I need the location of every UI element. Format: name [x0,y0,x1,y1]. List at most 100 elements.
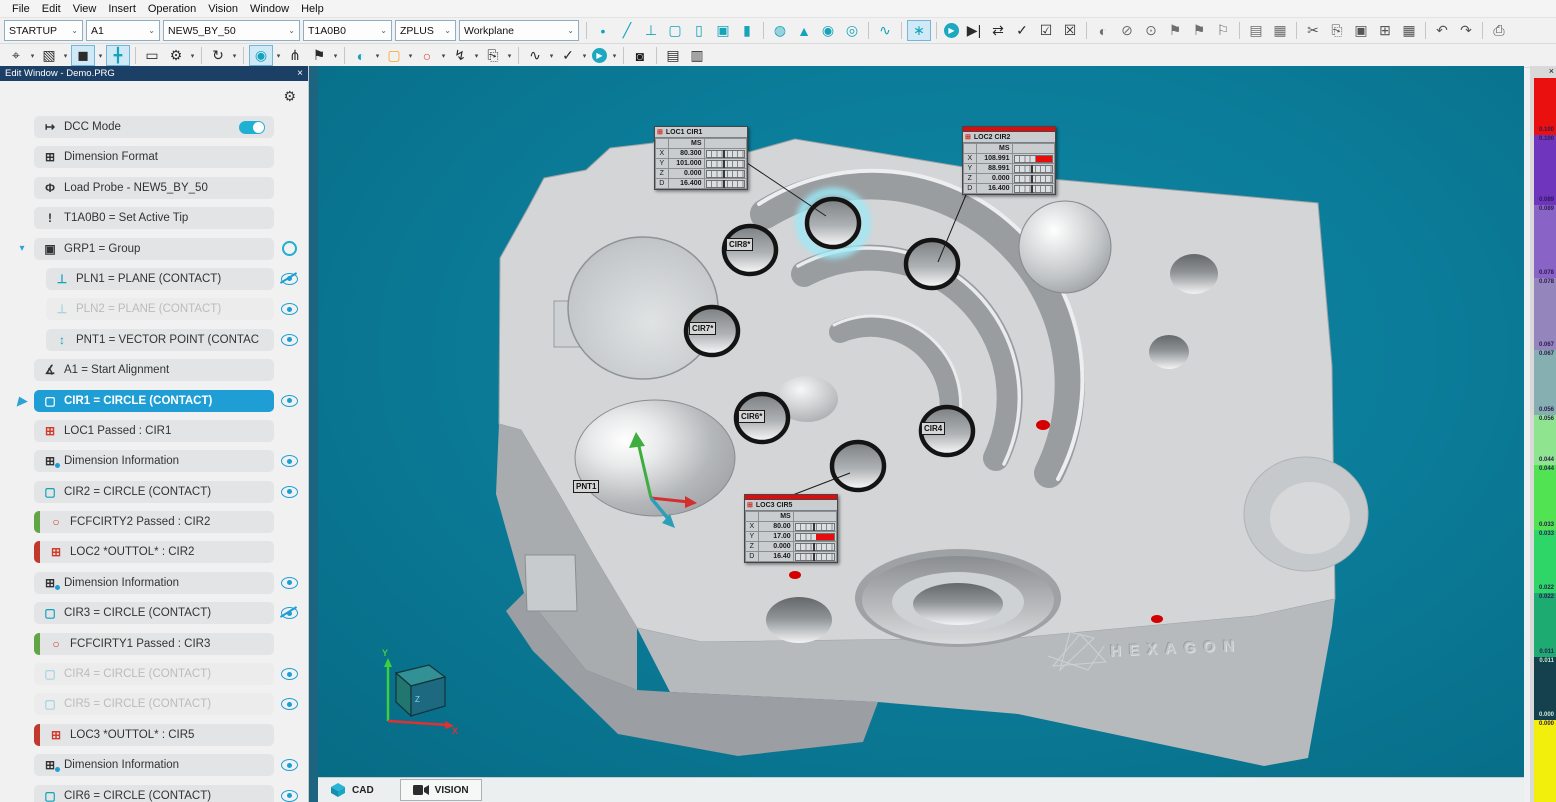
report-list-icon[interactable]: ▤ [1245,21,1267,41]
cut-icon[interactable]: ✂ [1302,21,1324,41]
dropdown-caret-icon[interactable]: ▾ [61,52,70,60]
workplane-axis-dropdown[interactable]: ZPLUS⌄ [395,20,456,41]
command-pln1[interactable]: ⊥ PLN1 = PLANE (CONTACT) [46,268,274,290]
sphere-feature-icon[interactable]: ◉ [817,21,839,41]
optimize-path-icon[interactable]: ⚙ [165,46,187,66]
active-tip-dropdown[interactable]: T1A0B0⌄ [303,20,392,41]
visibility-eye-icon[interactable] [281,698,298,710]
cad-viewport[interactable]: Y X Z CIR8* CIR7* CIR6* CIR4 PNT1 HEXAGO… [318,66,1524,778]
wireframe-cube-icon[interactable]: ▧ [38,46,60,66]
graph-icon[interactable]: ↯ [449,46,471,66]
menu-window[interactable]: Window [244,2,295,16]
visibility-eye-off-icon[interactable] [281,607,298,619]
point-feature-icon[interactable]: • [592,21,614,41]
menu-insert[interactable]: Insert [102,2,142,16]
half-circle-icon[interactable]: ◐ [1092,21,1114,41]
visibility-eye-off-icon[interactable] [281,273,298,285]
grid-settings-icon[interactable]: ⊞ [1374,21,1396,41]
command-pnt1[interactable]: ↕ PNT1 = VECTOR POINT (CONTAC [46,329,274,351]
feature-tag-pnt1[interactable]: PNT1 [573,480,599,493]
feature-tag-cir4[interactable]: CIR4 [921,422,945,435]
solid-cube-icon[interactable]: ◼ [71,45,95,66]
command-fcfcirty1[interactable]: ○ FCFCIRTY1 Passed : CIR3 [34,633,274,655]
dropdown-caret-icon[interactable]: ▾ [274,52,283,60]
path-points-icon[interactable]: ∿ [524,46,546,66]
visibility-eye-icon[interactable] [281,790,298,802]
dropdown-caret-icon[interactable]: ▾ [610,52,619,60]
sphere-view-icon[interactable]: ◐ [350,46,372,66]
dropdown-caret-icon[interactable]: ▾ [28,52,37,60]
dimension-label-loc2[interactable]: ⊞ LOC2 CIR2 MS X108.991 Y88.991 Z0.000 D… [962,126,1056,195]
probe-mode-icon[interactable]: ⌖ [5,46,27,66]
dimension-label-loc3[interactable]: ⊞ LOC3 CIR5 MS X80.00 Y17.00 Z0.000 D16.… [744,494,838,563]
report-grid-icon[interactable]: ▦ [1269,21,1291,41]
dropdown-caret-icon[interactable]: ▾ [580,52,589,60]
command-group-grp1[interactable]: ▣ GRP1 = Group [34,238,274,260]
close-icon[interactable]: × [297,68,303,79]
analysis-window-icon[interactable]: ▥ [686,46,708,66]
report-window-icon[interactable]: ▤ [662,46,684,66]
command-dimension-info[interactable]: ⊞ Dimension Information [34,754,274,776]
menu-operation[interactable]: Operation [142,2,202,16]
play-view-icon[interactable]: ▶ [592,48,607,63]
square-feature-icon[interactable]: ▣ [712,21,734,41]
undo-icon[interactable]: ↶ [1431,21,1453,41]
comment-icon[interactable]: ▭ [141,46,163,66]
tolerance-circle-icon[interactable]: ○ [416,46,438,66]
feature-tag-cir8[interactable]: CIR8* [726,238,753,251]
command-dimension-info[interactable]: ⊞ Dimension Information [34,450,274,472]
command-start-alignment[interactable]: ∡ A1 = Start Alignment [34,359,274,381]
dropdown-caret-icon[interactable]: ▾ [472,52,481,60]
visibility-eye-icon[interactable] [281,759,298,771]
command-dcc-mode[interactable]: ↦ DCC Mode [34,116,274,138]
menu-edit[interactable]: Edit [36,2,67,16]
command-cir1-selected[interactable]: ▢ CIR1 = CIRCLE (CONTACT) [34,390,274,412]
visibility-eye-icon[interactable] [281,395,298,407]
go-to-icon[interactable]: ⊙ [1140,21,1162,41]
visibility-eye-icon[interactable] [281,455,298,467]
duplicate-icon[interactable]: ⎘ [482,46,504,66]
workplane-dropdown[interactable]: Workplane⌄ [459,20,579,41]
view-orientation-cube[interactable]: Y X Z [382,648,458,736]
pan-view-icon[interactable]: ╋ [106,45,130,66]
visibility-eye-icon[interactable] [281,303,298,315]
command-pln2[interactable]: ⊥ PLN2 = PLANE (CONTACT) [46,298,274,320]
visibility-eye-icon[interactable] [281,668,298,680]
dimension-label-loc1[interactable]: ⊞ LOC1 CIR1 MS X80.300 Y101.000 Z0.000 D… [654,126,748,190]
no-entry-icon[interactable]: ⊘ [1116,21,1138,41]
loop-icon[interactable]: ⇄ [987,21,1009,41]
command-dimension-format[interactable]: ⊞ Dimension Format [34,146,274,168]
probe-toolbox-icon[interactable]: ◉ [249,45,273,66]
dropdown-caret-icon[interactable]: ▾ [547,52,556,60]
gear-icon[interactable]: ⚙ [283,88,296,105]
camera-icon[interactable]: ◙ [629,46,651,66]
gage-icon[interactable]: ⚑ [308,46,330,66]
redo-icon[interactable]: ↷ [1455,21,1477,41]
print-icon[interactable]: ⎙ [1488,21,1510,41]
dropdown-caret-icon[interactable]: ▾ [406,52,415,60]
dropdown-caret-icon[interactable]: ▾ [331,52,340,60]
bookmark-icon[interactable]: ⚑ [1164,21,1186,41]
tab-cad[interactable]: CAD [318,780,386,800]
expander-icon[interactable]: ▾ [10,243,34,254]
command-loc1[interactable]: ⊞ LOC1 Passed : CIR1 [34,420,274,442]
notch-feature-icon[interactable]: ▮ [736,21,758,41]
auto-feature-icon[interactable]: ∗ [907,20,931,41]
slot-feature-icon[interactable]: ▯ [688,21,710,41]
line-feature-icon[interactable]: ╱ [616,21,638,41]
dropdown-caret-icon[interactable]: ▾ [96,52,105,60]
cylinder-feature-icon[interactable]: ◍ [769,21,791,41]
verify-icon[interactable]: ✓ [557,46,579,66]
command-cir6[interactable]: ▢ CIR6 = CIRCLE (CONTACT) [34,785,274,802]
visibility-eye-icon[interactable] [281,486,298,498]
dropdown-caret-icon[interactable]: ▾ [230,52,239,60]
command-load-probe[interactable]: Φ Load Probe - NEW5_BY_50 [34,177,274,199]
command-loc3-outtol[interactable]: ⊞ LOC3 *OUTTOL* : CIR5 [34,724,274,746]
grid-icon[interactable]: ▦ [1398,21,1420,41]
startup-dropdown[interactable]: STARTUP⌄ [4,20,83,41]
command-cir4[interactable]: ▢ CIR4 = CIRCLE (CONTACT) [34,663,274,685]
dcc-mode-toggle[interactable] [239,121,265,134]
document-cancel-icon[interactable]: ☒ [1059,21,1081,41]
menu-vision[interactable]: Vision [202,2,244,16]
dropdown-caret-icon[interactable]: ▾ [373,52,382,60]
